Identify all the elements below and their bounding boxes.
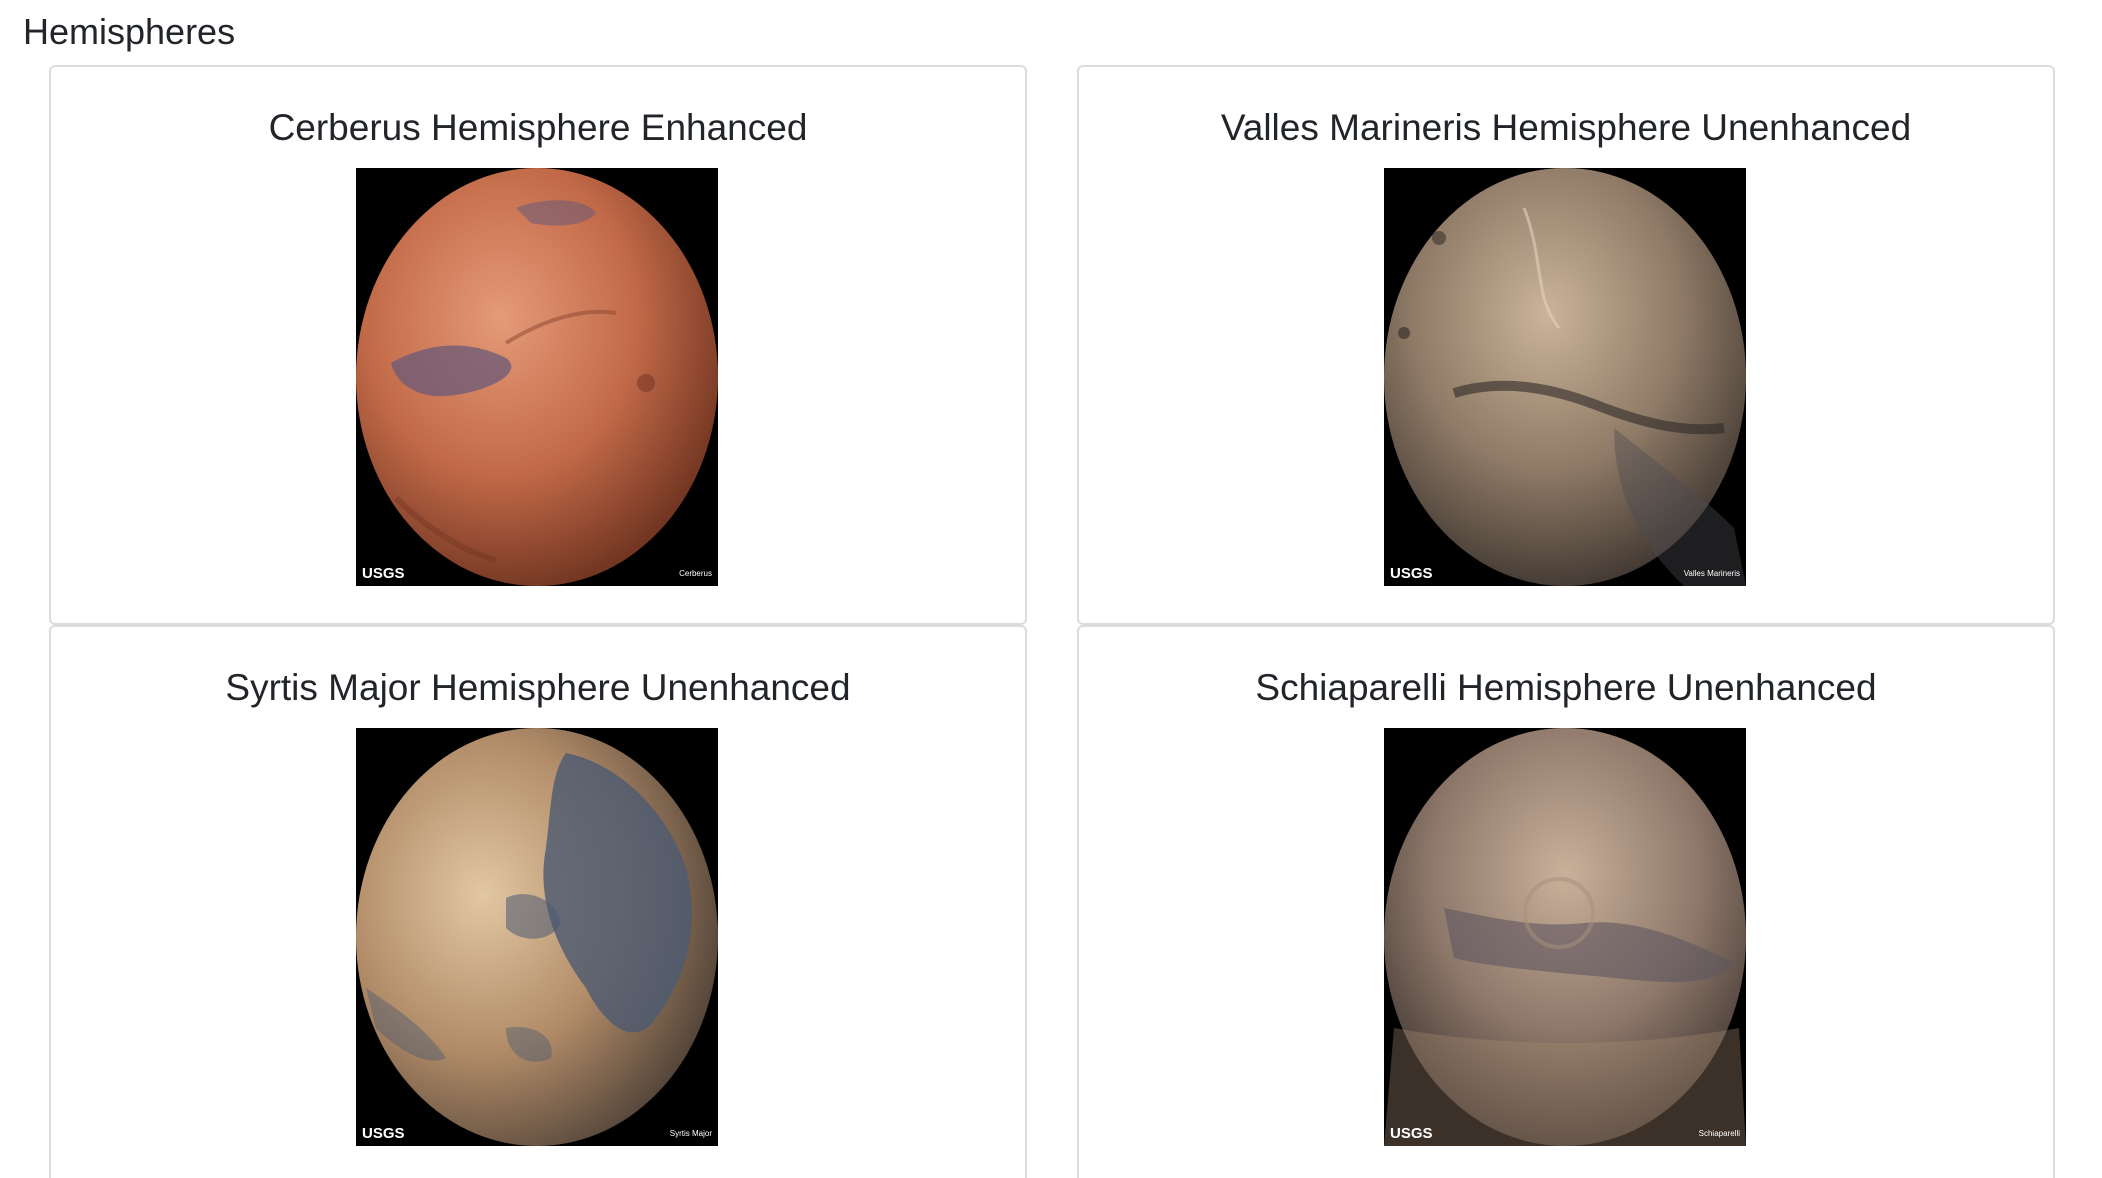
hemisphere-card: Valles Marineris Hemisphere Unenhanced U…	[1077, 65, 2055, 625]
hemisphere-title: Valles Marineris Hemisphere Unenhanced	[1220, 107, 1912, 148]
hemisphere-card: Schiaparelli Hemisphere Unenhanced USGS …	[1077, 625, 2055, 1178]
image-caption: Schiaparelli	[1699, 1129, 1741, 1138]
hemisphere-title: Syrtis Major Hemisphere Unenhanced	[225, 667, 851, 708]
usgs-logo: USGS	[362, 565, 405, 582]
hemisphere-card: Syrtis Major Hemisphere Unenhanced USGS …	[49, 625, 1027, 1178]
image-caption: Syrtis Major	[670, 1129, 713, 1138]
usgs-logo: USGS	[362, 1125, 405, 1142]
hemisphere-card: Cerberus Hemisphere Enhanced USGS Cerber…	[49, 65, 1027, 625]
hemisphere-title: Schiaparelli Hemisphere Unenhanced	[1255, 667, 1877, 708]
hemisphere-image[interactable]: USGS Valles Marineris	[1384, 168, 1746, 586]
hemisphere-title: Cerberus Hemisphere Enhanced	[268, 107, 808, 148]
hemisphere-image[interactable]: USGS Cerberus	[356, 168, 718, 586]
section-title: Hemispheres	[23, 11, 236, 52]
hemisphere-image[interactable]: USGS Schiaparelli	[1384, 728, 1746, 1146]
image-caption: Valles Marineris	[1684, 569, 1740, 578]
usgs-logo: USGS	[1390, 1125, 1433, 1142]
hemisphere-image[interactable]: USGS Syrtis Major	[356, 728, 718, 1146]
image-caption: Cerberus	[679, 569, 712, 578]
usgs-logo: USGS	[1390, 565, 1433, 582]
page: Hemispheres Cerberus Hemisphere Enhanced…	[0, 0, 2102, 1178]
